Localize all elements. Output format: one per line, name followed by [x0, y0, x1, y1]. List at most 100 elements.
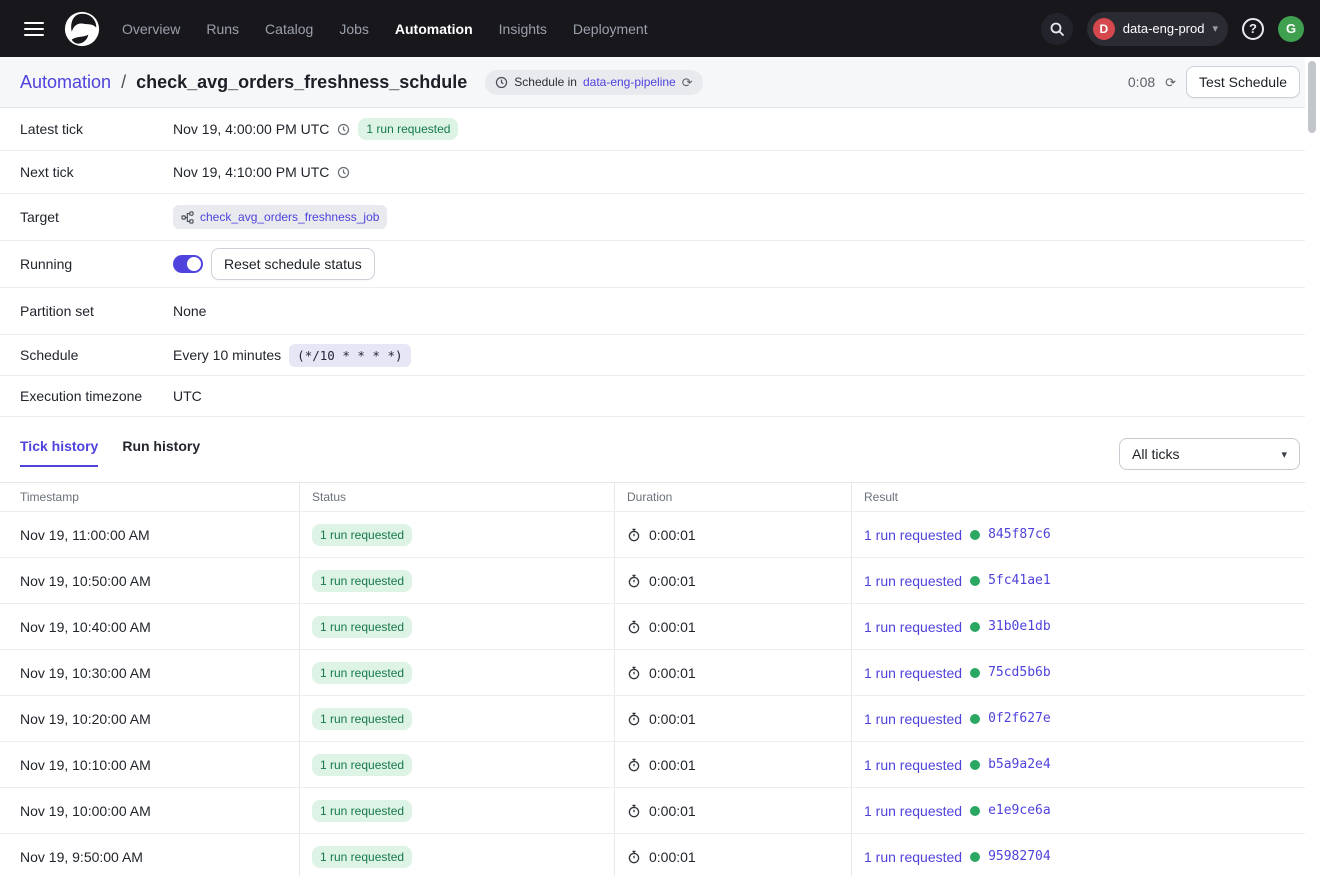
- clock-icon: [337, 123, 350, 136]
- run-id-link[interactable]: 5fc41ae1: [988, 573, 1051, 588]
- refresh-icon[interactable]: ⟳: [1165, 76, 1176, 89]
- partition-set-label: Partition set: [20, 303, 173, 319]
- target-job-link[interactable]: check_avg_orders_freshness_job: [200, 210, 379, 224]
- col-timestamp: Timestamp: [0, 483, 299, 511]
- detail-row-next-tick: Next tick Nov 19, 4:10:00 PM UTC: [0, 151, 1320, 194]
- detail-row-partition-set: Partition set None: [0, 288, 1320, 335]
- target-job-tag: check_avg_orders_freshness_job: [173, 205, 387, 229]
- run-status-dot: [970, 530, 980, 540]
- tab-tick-history[interactable]: Tick history: [20, 438, 98, 467]
- tick-result-link[interactable]: 1 run requested: [864, 803, 962, 819]
- table-row: Nov 19, 10:00:00 AM 1 run requested 0:00…: [0, 788, 1320, 834]
- tick-duration: 0:00:01: [649, 527, 696, 543]
- table-row: Nov 19, 11:00:00 AM 1 run requested 0:00…: [0, 512, 1320, 558]
- tick-result-link[interactable]: 1 run requested: [864, 849, 962, 865]
- tick-duration: 0:00:01: [649, 665, 696, 681]
- next-tick-value: Nov 19, 4:10:00 PM UTC: [173, 164, 329, 180]
- nav-overview[interactable]: Overview: [122, 21, 180, 37]
- table-header: Timestamp Status Duration Result: [0, 482, 1320, 512]
- dagster-logo[interactable]: [62, 9, 102, 49]
- tick-status-badge: 1 run requested: [312, 524, 412, 546]
- scrollbar-track: [1305, 57, 1320, 876]
- nav-deployment[interactable]: Deployment: [573, 21, 648, 37]
- run-status-dot: [970, 806, 980, 816]
- tick-result-link[interactable]: 1 run requested: [864, 527, 962, 543]
- nav-automation[interactable]: Automation: [395, 21, 473, 37]
- run-status-dot: [970, 576, 980, 586]
- refresh-countdown: 0:08: [1128, 74, 1155, 90]
- table-row: Nov 19, 10:30:00 AM 1 run requested 0:00…: [0, 650, 1320, 696]
- tick-timestamp: Nov 19, 10:50:00 AM: [0, 558, 299, 603]
- col-result: Result: [851, 483, 1320, 511]
- stopwatch-icon: [627, 850, 641, 864]
- page: Overview Runs Catalog Jobs Automation In…: [0, 0, 1320, 876]
- nav-jobs[interactable]: Jobs: [339, 21, 369, 37]
- reset-schedule-status-button[interactable]: Reset schedule status: [211, 248, 375, 280]
- tick-result-link[interactable]: 1 run requested: [864, 665, 962, 681]
- nav-right-cluster: D data-eng-prod ▾ ? G: [1041, 12, 1304, 46]
- history-tabs-row: Tick history Run history All ticks ▾: [0, 438, 1320, 470]
- schedule-details: Latest tick Nov 19, 4:00:00 PM UTC 1 run…: [0, 108, 1320, 417]
- clock-icon: [495, 76, 508, 89]
- tick-status-badge: 1 run requested: [312, 662, 412, 684]
- run-id-link[interactable]: 845f87c6: [988, 527, 1051, 542]
- run-status-dot: [970, 852, 980, 862]
- run-id-link[interactable]: b5a9a2e4: [988, 757, 1051, 772]
- detail-row-target: Target check_avg_orders_freshness_job: [0, 194, 1320, 241]
- table-row: Nov 19, 10:50:00 AM 1 run requested 0:00…: [0, 558, 1320, 604]
- run-id-link[interactable]: 75cd5b6b: [988, 665, 1051, 680]
- running-toggle[interactable]: [173, 255, 203, 273]
- stopwatch-icon: [627, 528, 641, 542]
- run-id-link[interactable]: e1e9ce6a: [988, 803, 1051, 818]
- tick-timestamp: Nov 19, 11:00:00 AM: [0, 512, 299, 557]
- code-location-link[interactable]: data-eng-pipeline: [583, 75, 676, 89]
- deployment-name: data-eng-prod: [1123, 21, 1205, 36]
- tick-duration: 0:00:01: [649, 573, 696, 589]
- tab-run-history[interactable]: Run history: [122, 438, 200, 467]
- detail-row-timezone: Execution timezone UTC: [0, 376, 1320, 417]
- tick-filter-value: All ticks: [1132, 446, 1179, 462]
- next-tick-label: Next tick: [20, 164, 173, 180]
- menu-icon[interactable]: [16, 11, 52, 47]
- deployment-switcher[interactable]: D data-eng-prod ▾: [1087, 12, 1228, 46]
- tick-filter-select[interactable]: All ticks ▾: [1119, 438, 1300, 470]
- reload-location-icon[interactable]: ⟳: [682, 76, 693, 89]
- tick-result-link[interactable]: 1 run requested: [864, 619, 962, 635]
- user-avatar[interactable]: G: [1278, 16, 1304, 42]
- tick-status-badge: 1 run requested: [312, 846, 412, 868]
- tick-timestamp: Nov 19, 10:30:00 AM: [0, 650, 299, 695]
- schedule-badge-prefix: Schedule in: [514, 75, 577, 89]
- clock-icon: [337, 166, 350, 179]
- tick-result-link[interactable]: 1 run requested: [864, 711, 962, 727]
- primary-nav: Overview Runs Catalog Jobs Automation In…: [122, 21, 648, 37]
- search-icon[interactable]: [1041, 13, 1073, 45]
- schedule-value: Every 10 minutes: [173, 347, 281, 363]
- breadcrumb-automation[interactable]: Automation: [20, 72, 111, 93]
- cron-expression-badge: (*/10 * * * *): [289, 344, 410, 367]
- scrollbar-thumb[interactable]: [1308, 61, 1316, 133]
- job-icon: [181, 211, 194, 224]
- table-row: Nov 19, 10:20:00 AM 1 run requested 0:00…: [0, 696, 1320, 742]
- nav-runs[interactable]: Runs: [206, 21, 239, 37]
- run-id-link[interactable]: 31b0e1db: [988, 619, 1051, 634]
- col-duration: Duration: [614, 483, 851, 511]
- tick-result-link[interactable]: 1 run requested: [864, 757, 962, 773]
- toggle-knob: [187, 257, 201, 271]
- tick-status-badge: 1 run requested: [312, 754, 412, 776]
- run-id-link[interactable]: 95982704: [988, 849, 1051, 864]
- schedule-location-badge: Schedule in data-eng-pipeline ⟳: [485, 70, 702, 95]
- stopwatch-icon: [627, 620, 641, 634]
- nav-insights[interactable]: Insights: [499, 21, 547, 37]
- latest-tick-label: Latest tick: [20, 121, 173, 137]
- detail-row-schedule: Schedule Every 10 minutes (*/10 * * * *): [0, 335, 1320, 376]
- stopwatch-icon: [627, 666, 641, 680]
- stopwatch-icon: [627, 758, 641, 772]
- run-id-link[interactable]: 0f2f627e: [988, 711, 1051, 726]
- nav-catalog[interactable]: Catalog: [265, 21, 313, 37]
- help-icon[interactable]: ?: [1242, 18, 1264, 40]
- tick-result-link[interactable]: 1 run requested: [864, 573, 962, 589]
- timezone-label: Execution timezone: [20, 388, 173, 404]
- stopwatch-icon: [627, 574, 641, 588]
- test-schedule-button[interactable]: Test Schedule: [1186, 66, 1300, 98]
- page-title: check_avg_orders_freshness_schdule: [136, 72, 467, 93]
